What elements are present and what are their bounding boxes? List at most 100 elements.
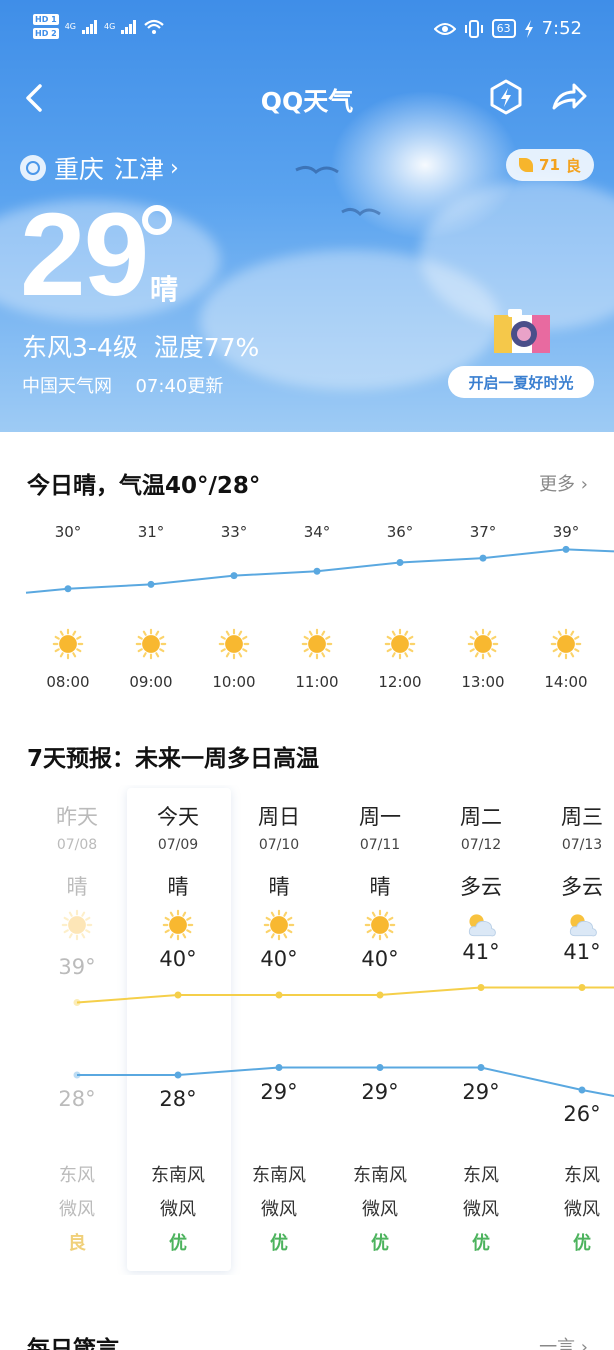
wifi-icon bbox=[144, 19, 165, 34]
weekly-forecast[interactable]: 昨天 07/08 晴 39° 28° 东风 微风良今天 07/09 晴 40° 28° 东南风 微风优周… bbox=[0, 785, 614, 1275]
hourly-item: 37° 13:00 bbox=[443, 523, 523, 691]
clock: 7:52 bbox=[541, 18, 582, 39]
sun-icon bbox=[162, 909, 194, 941]
hourly-time: 14:00 bbox=[544, 673, 588, 691]
vibrate-icon bbox=[464, 19, 483, 38]
day-wind-direction: 东风 bbox=[463, 1165, 499, 1186]
degree-symbol bbox=[142, 205, 172, 235]
forecast-day[interactable]: 今天 07/09 晴 40° 28° 东南风 微风优 bbox=[128, 801, 228, 1261]
day-high-temp: 41° bbox=[563, 939, 601, 964]
day-aqi: 优 bbox=[573, 1233, 591, 1254]
day-name: 周三 bbox=[561, 805, 603, 829]
hourly-temp-point bbox=[147, 580, 155, 588]
aqi-badge[interactable]: 71 良 bbox=[506, 149, 594, 181]
day-high-temp: 39° bbox=[58, 954, 96, 979]
forecast-day[interactable]: 周日 07/10 晴 40° 29° 东南风 微风优 bbox=[229, 801, 329, 1261]
day-date: 07/08 bbox=[56, 837, 98, 853]
hourly-temp: 39° bbox=[552, 523, 580, 541]
forecast-day[interactable]: 周一 07/11 晴 40° 29° 东南风 微风优 bbox=[330, 801, 430, 1261]
city-name: 重庆 bbox=[54, 155, 105, 184]
day-name: 周一 bbox=[359, 805, 401, 829]
hourly-time: 09:00 bbox=[129, 673, 173, 691]
district-name: 江津 bbox=[114, 155, 165, 184]
data-source: 中国天气网 07:40更新 bbox=[22, 372, 223, 398]
hourly-temp-point bbox=[230, 572, 238, 580]
day-name: 今天 bbox=[157, 805, 199, 829]
sun-icon bbox=[467, 628, 499, 660]
day-high-temp: 40° bbox=[260, 947, 298, 971]
day-low-temp: 28° bbox=[58, 1087, 96, 1111]
sun-icon bbox=[550, 628, 582, 660]
day-wind-direction: 东南风 bbox=[151, 1165, 205, 1186]
day-wind-direction: 东南风 bbox=[252, 1165, 306, 1186]
day-weather: 晴 bbox=[167, 875, 189, 899]
day-date: 07/13 bbox=[561, 837, 603, 853]
camera-promo-icon[interactable] bbox=[488, 305, 558, 360]
hourly-temp: 36° bbox=[386, 523, 414, 541]
promo-button[interactable]: 开启一夏好时光 bbox=[448, 366, 594, 398]
signal-icon bbox=[81, 19, 97, 34]
day-high-temp: 40° bbox=[159, 947, 197, 971]
location-refresh-icon bbox=[20, 155, 46, 181]
sun-icon bbox=[61, 909, 93, 941]
day-name: 昨天 bbox=[56, 805, 98, 829]
source-name: 中国天气网 bbox=[22, 376, 112, 397]
day-aqi: 良 bbox=[68, 1233, 86, 1254]
day-weather: 晴 bbox=[66, 875, 88, 899]
hourly-temp-point bbox=[64, 585, 72, 593]
aqi-level: 良 bbox=[565, 156, 581, 175]
hourly-temp: 33° bbox=[220, 523, 248, 541]
day-date: 07/12 bbox=[460, 837, 502, 853]
forecast-day[interactable]: 周三 07/13 多云 41° 26° 东风 微风优 bbox=[532, 801, 614, 1261]
battery-level: 63 bbox=[491, 19, 516, 38]
day-weather: 多云 bbox=[460, 875, 502, 899]
wind-humidity: 东风3-4级 湿度77% bbox=[22, 333, 260, 362]
current-temperature: 29 bbox=[20, 189, 149, 321]
day-aqi: 优 bbox=[169, 1233, 187, 1254]
location-selector[interactable]: 重庆 江津 › bbox=[20, 150, 179, 186]
forecast-day[interactable]: 昨天 07/08 晴 39° 28° 东风 微风良 bbox=[27, 801, 127, 1261]
sun-icon bbox=[135, 628, 167, 660]
weather-hero: HD 1 HD 2 4G 4G 63 7:52 QQ天气 重庆 江津 › 71 … bbox=[0, 0, 614, 432]
day-date: 07/09 bbox=[157, 837, 199, 853]
chevron-right-icon: › bbox=[170, 155, 179, 181]
lightning-hexagon-button[interactable] bbox=[487, 78, 525, 116]
hourly-item: 31° 09:00 bbox=[111, 523, 191, 691]
more-link[interactable]: 更多 › bbox=[539, 470, 588, 496]
charging-icon bbox=[524, 19, 533, 38]
hourly-item: 33° 10:00 bbox=[194, 523, 274, 691]
today-summary: 今日晴，气温40°/28° bbox=[27, 473, 261, 499]
day-wind-level: 微风 bbox=[59, 1199, 95, 1220]
hourly-time: 08:00 bbox=[46, 673, 90, 691]
sim2-badge: HD 2 bbox=[33, 28, 59, 39]
day-wind-direction: 东风 bbox=[564, 1165, 600, 1186]
app-toolbar: QQ天气 bbox=[0, 70, 614, 126]
network-label: 4G bbox=[64, 22, 76, 31]
forecast-title: 7天预报：未来一周多日高温 bbox=[27, 746, 320, 772]
hourly-temp: 31° bbox=[137, 523, 165, 541]
sun-icon bbox=[218, 628, 250, 660]
hourly-forecast[interactable]: 30° 08:00 31° 09:00 33° 10:00 34° 11:00 36° 12:00… bbox=[0, 515, 614, 705]
day-wind-direction: 东南风 bbox=[353, 1165, 407, 1186]
share-button[interactable] bbox=[550, 78, 588, 116]
next-section-more[interactable]: 一言 › bbox=[539, 1333, 588, 1350]
day-wind-level: 微风 bbox=[463, 1199, 499, 1220]
hourly-temp-point bbox=[396, 559, 404, 566]
birds-decoration bbox=[295, 165, 381, 217]
partly-cloudy-icon bbox=[465, 909, 497, 941]
day-wind-level: 微风 bbox=[261, 1199, 297, 1220]
hourly-item: 39° 14:00 bbox=[526, 523, 606, 691]
eye-icon bbox=[433, 22, 456, 35]
aqi-value: 71 bbox=[539, 156, 560, 174]
day-low-temp: 26° bbox=[563, 1102, 601, 1126]
more-label: 更多 bbox=[539, 474, 576, 495]
forecast-day[interactable]: 周二 07/12 多云 41° 29° 东风 微风优 bbox=[431, 801, 531, 1261]
hourly-item: 30° 08:00 bbox=[28, 523, 108, 691]
hourly-time: 10:00 bbox=[212, 673, 256, 691]
hourly-temp-point bbox=[313, 567, 321, 575]
sim1-badge: HD 1 bbox=[33, 14, 59, 25]
next-section-more-label: 一言 bbox=[539, 1337, 576, 1350]
sun-icon bbox=[52, 628, 84, 660]
leaf-icon bbox=[519, 158, 534, 172]
sun-icon bbox=[263, 909, 295, 941]
